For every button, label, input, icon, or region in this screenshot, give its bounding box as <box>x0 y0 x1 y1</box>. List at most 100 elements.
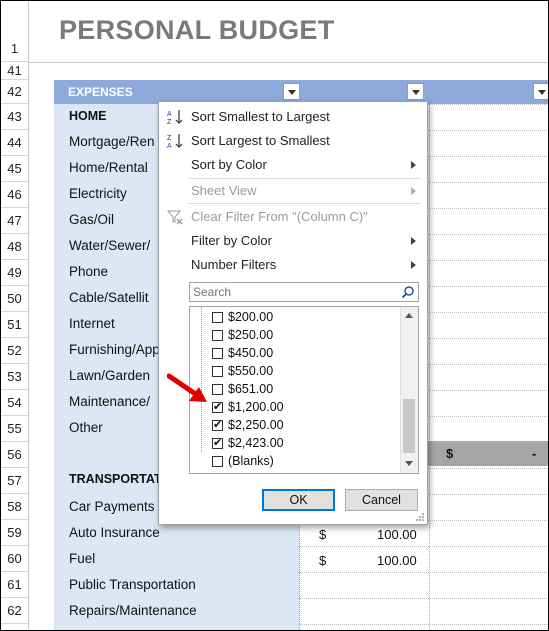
sort-descending-icon: Z A <box>167 134 183 150</box>
row-number[interactable]: 50 <box>1 286 28 312</box>
expense-item-label[interactable]: Lawn/Garden <box>69 368 150 383</box>
filter-value-label: (Blanks) <box>228 454 274 468</box>
expense-item-label[interactable]: Repairs/Maintenance <box>69 603 197 618</box>
filter-value-label: $651.00 <box>228 382 274 396</box>
filter-dropdown-button[interactable] <box>283 83 300 100</box>
row-number[interactable]: 45 <box>1 156 28 182</box>
expense-item-label[interactable]: Fuel <box>69 551 95 566</box>
filter-value-label: $2,423.00 <box>228 436 284 450</box>
submenu-arrow-icon <box>411 187 416 195</box>
row-number[interactable]: 56 <box>1 442 28 468</box>
number-filters-item[interactable]: Number Filters <box>159 253 425 277</box>
row-number[interactable]: 61 <box>1 572 28 598</box>
checkbox-unchecked[interactable] <box>212 312 223 323</box>
filter-dropdown-button[interactable] <box>407 83 424 100</box>
category-heading[interactable]: TRANSPORTAT <box>69 472 162 486</box>
search-box[interactable] <box>189 282 419 302</box>
checkbox-unchecked[interactable] <box>212 384 223 395</box>
submenu-arrow-icon <box>411 261 416 269</box>
expense-item-label[interactable]: Public Transportation <box>69 577 196 592</box>
sort-by-color-item[interactable]: Sort by Color <box>159 153 425 177</box>
expense-item-label[interactable]: Gas/Oil <box>69 212 114 227</box>
svg-text:Z: Z <box>167 119 172 126</box>
amount-value[interactable]: 100.00 <box>377 527 417 542</box>
checkbox-unchecked[interactable] <box>212 348 223 359</box>
row-number[interactable]: 57 <box>1 468 28 494</box>
expense-item-label[interactable]: Internet <box>69 316 115 331</box>
checkbox-checked[interactable] <box>212 436 223 449</box>
row-number[interactable]: 48 <box>1 234 28 260</box>
expense-item-label[interactable]: Auto Insurance <box>69 525 160 540</box>
submenu-arrow-icon <box>411 237 416 245</box>
expense-item-label[interactable]: Home/Rental <box>69 160 148 175</box>
search-input[interactable] <box>190 283 396 301</box>
expense-item-label[interactable]: Phone <box>69 264 108 279</box>
row-number[interactable]: 60 <box>1 546 28 572</box>
expense-item-label[interactable]: Maintenance/ <box>69 394 150 409</box>
checkbox-unchecked[interactable] <box>212 330 223 341</box>
expenses-header-label: EXPENSES <box>68 85 133 99</box>
scrollbar-thumb[interactable] <box>403 399 415 453</box>
gridline <box>299 572 548 573</box>
row-headers: 1 41 42 43 44 45 46 47 48 49 50 51 52 53 54 55 56 57 58 59 6… <box>1 1 29 630</box>
filter-value-label: $1,200.00 <box>228 400 284 414</box>
sort-ascending-label: Sort Smallest to Largest <box>191 109 330 124</box>
filter-values-list[interactable]: $200.00 $250.00 $450.00 $550.00 $651.00 $1,20… <box>189 306 419 474</box>
expense-item-label[interactable]: Mortgage/Ren <box>69 134 155 149</box>
filter-value-label: $550.00 <box>228 364 274 378</box>
scroll-down-icon[interactable] <box>405 461 413 466</box>
checkbox-checked[interactable] <box>212 418 223 431</box>
scroll-up-icon[interactable] <box>405 313 413 318</box>
expense-item-label[interactable]: Car Payments <box>69 499 155 514</box>
clear-filter-icon <box>166 210 183 225</box>
sort-ascending-item[interactable]: A Z Sort Smallest to Largest <box>159 105 425 129</box>
row-number[interactable]: 1 <box>1 1 28 62</box>
checkbox-unchecked[interactable] <box>212 366 223 377</box>
cancel-button[interactable]: Cancel <box>345 489 418 511</box>
resize-grip-icon[interactable] <box>415 512 425 522</box>
filter-dropdown-button[interactable] <box>533 83 548 100</box>
sort-ascending-icon: A Z <box>167 110 183 126</box>
row-number[interactable]: 41 <box>1 62 28 80</box>
row-number[interactable]: 54 <box>1 390 28 416</box>
gridline <box>299 624 548 625</box>
amount-value[interactable]: 100.00 <box>377 553 417 568</box>
total-currency: $ <box>446 446 454 461</box>
row-number[interactable]: 59 <box>1 520 28 546</box>
row-number[interactable]: 55 <box>1 416 28 442</box>
expense-item-label[interactable]: Water/Sewer/ <box>69 238 150 253</box>
row-number[interactable]: 44 <box>1 130 28 156</box>
expense-item-label[interactable]: Furnishing/App <box>69 342 160 357</box>
expense-item-label[interactable]: Cable/Satellit <box>69 290 149 305</box>
list-scrollbar[interactable] <box>400 307 418 473</box>
row-number[interactable]: 62 <box>1 598 28 624</box>
clear-filter-item: Clear Filter From "(Column C)" <box>159 205 425 229</box>
expense-item-label[interactable]: Other <box>69 420 103 435</box>
filter-value-label: $2,250.00 <box>228 418 284 432</box>
number-filters-label: Number Filters <box>191 257 277 272</box>
red-arrow-icon <box>167 373 207 402</box>
row-number[interactable]: 52 <box>1 338 28 364</box>
row-number[interactable]: 51 <box>1 312 28 338</box>
category-heading[interactable]: HOME <box>69 109 107 123</box>
amount-currency: $ <box>319 527 327 542</box>
filter-by-color-item[interactable]: Filter by Color <box>159 229 425 253</box>
expense-item-label[interactable]: Electricity <box>69 186 127 201</box>
row-number[interactable]: 46 <box>1 182 28 208</box>
checkbox-checked[interactable] <box>212 400 223 413</box>
row-number[interactable]: 53 <box>1 364 28 390</box>
autofilter-menu: A Z Sort Smallest to Largest Z A Sort La… <box>158 101 428 525</box>
ok-button[interactable]: OK <box>262 489 335 511</box>
row-number[interactable]: 58 <box>1 494 28 520</box>
amount-currency: $ <box>319 553 327 568</box>
row-number[interactable]: 43 <box>1 104 28 130</box>
gridline <box>299 546 548 547</box>
sort-by-color-label: Sort by Color <box>191 157 267 172</box>
search-icon <box>401 286 414 299</box>
checkbox-unchecked[interactable] <box>212 456 223 467</box>
filter-value-label: $450.00 <box>228 346 274 360</box>
row-number[interactable]: 47 <box>1 208 28 234</box>
row-number[interactable]: 42 <box>1 80 28 104</box>
sort-descending-item[interactable]: Z A Sort Largest to Smallest <box>159 129 425 153</box>
row-number[interactable]: 49 <box>1 260 28 286</box>
